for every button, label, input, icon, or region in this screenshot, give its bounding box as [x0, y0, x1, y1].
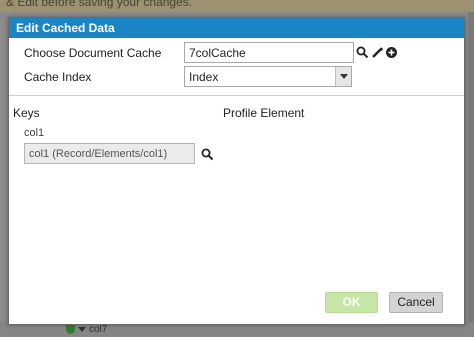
key-search-icon[interactable]: [201, 148, 214, 161]
profile-element-heading: Profile Element: [223, 106, 305, 120]
cache-index-label: Cache Index: [24, 70, 92, 84]
chevron-down-icon[interactable]: [335, 67, 351, 86]
add-icon[interactable]: [385, 46, 398, 59]
background-scroll-area: [468, 12, 474, 337]
cache-index-select[interactable]: Index: [184, 66, 352, 87]
cache-index-row: Cache Index Index: [9, 66, 464, 88]
background-banner: & Edit before saving your changes.: [0, 0, 474, 12]
document-cache-row: Choose Document Cache: [9, 42, 464, 64]
edit-icon[interactable]: [371, 46, 384, 59]
key-name-label: col1: [24, 127, 45, 139]
document-cache-label: Choose Document Cache: [24, 46, 162, 60]
expand-icon: [78, 326, 86, 332]
shield-icon: [66, 324, 75, 334]
background-tree-item-label: col7: [89, 323, 108, 335]
document-cache-input[interactable]: [184, 42, 354, 63]
cache-index-selected: Index: [189, 70, 219, 84]
search-icon[interactable]: [356, 46, 369, 59]
ok-button[interactable]: OK: [325, 292, 378, 313]
section-divider: [9, 95, 464, 96]
edit-cached-data-dialog: Edit Cached Data Choose Document Cache C…: [8, 17, 465, 325]
background-banner-text: & Edit before saving your changes.: [6, 0, 193, 9]
keys-heading: Keys: [13, 106, 40, 120]
cancel-button[interactable]: Cancel: [389, 292, 443, 313]
key-value-field[interactable]: [24, 143, 195, 164]
dialog-title: Edit Cached Data: [9, 18, 464, 38]
